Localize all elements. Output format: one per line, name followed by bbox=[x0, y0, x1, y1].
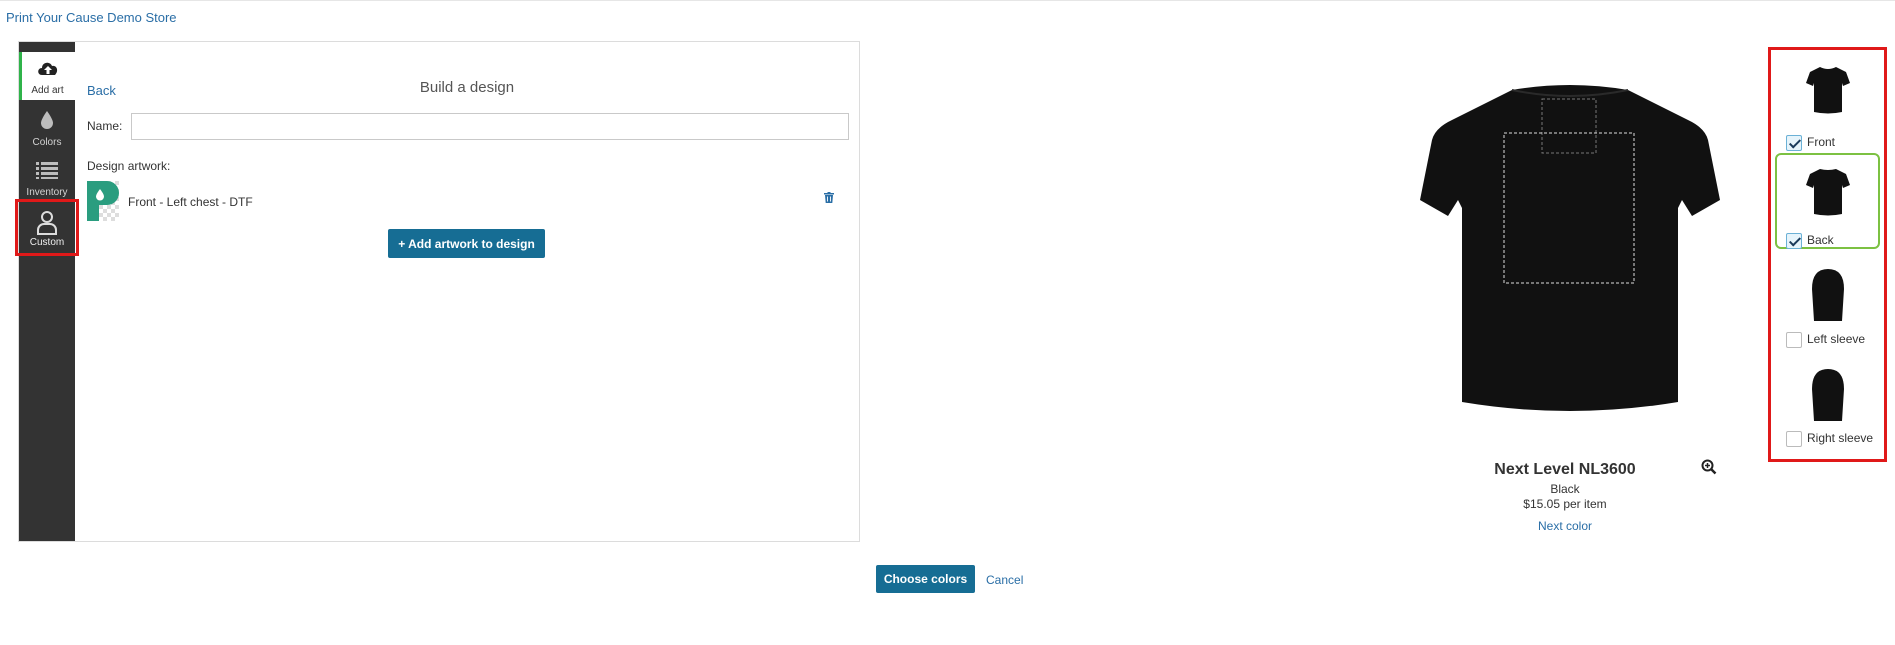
sidebar-item-label: Inventory bbox=[26, 187, 68, 198]
name-label: Name: bbox=[87, 119, 123, 133]
product-price: $15.05 per item bbox=[1523, 497, 1607, 511]
highlight-box-custom bbox=[15, 199, 79, 256]
add-artwork-button[interactable]: + Add artwork to design bbox=[388, 229, 545, 258]
zoom-in-icon[interactable] bbox=[1701, 459, 1717, 480]
cloud-upload-icon bbox=[37, 62, 57, 75]
store-name-link[interactable]: Print Your Cause Demo Store bbox=[6, 10, 177, 25]
page-title: Build a design bbox=[419, 79, 515, 96]
add-artwork-label: Add artwork to design bbox=[408, 236, 535, 251]
artwork-name: Front - Left chest - DTF bbox=[128, 195, 253, 209]
ink-drop-icon bbox=[41, 111, 53, 129]
plus-icon: + bbox=[398, 236, 409, 251]
design-builder-panel: Add art Colors Inventory Custom Back Bui… bbox=[15, 41, 860, 542]
cancel-link[interactable]: Cancel bbox=[986, 573, 1023, 587]
choose-colors-button[interactable]: Choose colors bbox=[876, 565, 975, 593]
design-content: Back Build a design Name: Design artwork… bbox=[75, 42, 859, 541]
highlight-box-views bbox=[1768, 47, 1887, 462]
design-sidebar: Add art Colors Inventory Custom bbox=[19, 42, 76, 541]
sidebar-item-label: Add art bbox=[31, 85, 64, 96]
sidebar-item-colors[interactable]: Colors bbox=[19, 104, 75, 152]
sidebar-item-inventory[interactable]: Inventory bbox=[19, 154, 75, 202]
tshirt-back-preview[interactable] bbox=[1420, 80, 1720, 420]
product-color: Black bbox=[1550, 482, 1580, 496]
top-divider bbox=[0, 0, 1895, 1]
design-name-input[interactable] bbox=[131, 113, 849, 140]
product-name: Next Level NL3600 bbox=[1494, 461, 1636, 478]
artwork-thumbnail bbox=[87, 181, 119, 221]
sidebar-item-add-art[interactable]: Add art bbox=[19, 52, 76, 100]
next-color-link[interactable]: Next color bbox=[1465, 519, 1665, 533]
delete-artwork-icon[interactable] bbox=[824, 190, 834, 208]
design-artwork-label: Design artwork: bbox=[87, 159, 171, 173]
sidebar-item-label: Colors bbox=[32, 137, 62, 148]
list-icon bbox=[36, 162, 58, 179]
